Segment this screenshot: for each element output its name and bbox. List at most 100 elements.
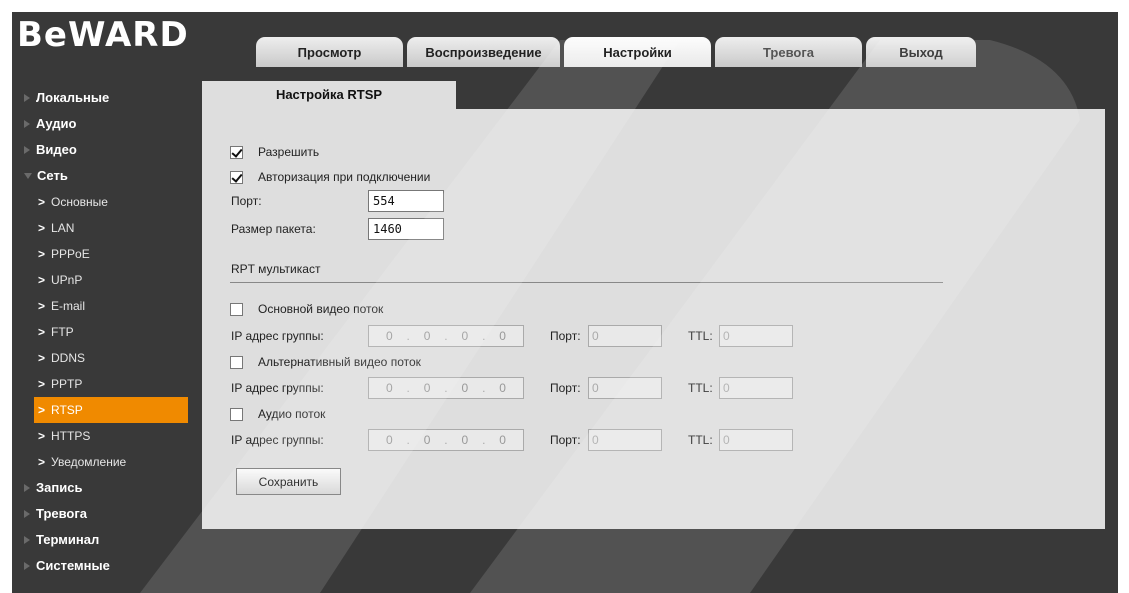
ip-dot: . <box>444 381 448 395</box>
chevron-right-icon: > <box>38 221 46 235</box>
main-stream-label: Основной видео поток <box>258 302 384 316</box>
sidebar-item-label: Локальные <box>36 90 110 105</box>
alt-stream-ttl-input[interactable]: 0 <box>719 377 793 399</box>
sidebar-item-record[interactable]: Запись <box>12 475 190 501</box>
main-stream-row: Основной видео поток <box>230 302 383 316</box>
alt-stream-ip-input[interactable]: 0. 0. 0. 0 <box>368 377 524 399</box>
chevron-right-icon: > <box>38 195 46 209</box>
auth-label: Авторизация при подключении <box>258 170 431 184</box>
tab-view[interactable]: Просмотр <box>256 37 403 67</box>
ip-group-label: IP адрес группы: <box>231 381 324 395</box>
audio-stream-port-input[interactable]: 0 <box>588 429 662 451</box>
sidebar-sub-pppoe[interactable]: > PPPoE <box>12 241 190 267</box>
main-stream-ip-input[interactable]: 0. 0. 0. 0 <box>368 325 524 347</box>
sidebar-item-label: Системные <box>36 558 110 573</box>
ip-dot: . <box>406 329 410 343</box>
collapsed-triangle-icon <box>24 510 30 518</box>
audio-stream-label: Аудио поток <box>258 407 326 421</box>
sidebar-sub-pptp[interactable]: > PPTP <box>12 371 190 397</box>
main-stream-ttl-input[interactable]: 0 <box>719 325 793 347</box>
tab-playback[interactable]: Воспроизведение <box>407 37 560 67</box>
sidebar-sub-ftp[interactable]: > FTP <box>12 319 190 345</box>
sidebar-item-terminal[interactable]: Терминал <box>12 527 190 553</box>
ttl-label: TTL: <box>688 329 713 343</box>
alt-stream-checkbox[interactable] <box>230 355 243 369</box>
tab-alarm[interactable]: Тревога <box>715 37 862 67</box>
packet-size-input[interactable]: 1460 <box>368 218 444 240</box>
alt-stream-port-input[interactable]: 0 <box>588 377 662 399</box>
chevron-right-icon: > <box>38 247 46 261</box>
panel-title-tab: Настройка RTSP <box>202 81 456 109</box>
sidebar-item-local[interactable]: Локальные <box>12 85 190 111</box>
ip-group-label: IP адрес группы: <box>231 329 324 343</box>
ip-octet: 0 <box>499 433 506 447</box>
sidebar-item-audio[interactable]: Аудио <box>12 111 190 137</box>
sidebar-sub-rtsp[interactable]: > RTSP <box>34 397 188 423</box>
sidebar-sub-lan[interactable]: > LAN <box>12 215 190 241</box>
main-stream-checkbox[interactable] <box>230 302 243 316</box>
ip-octet: 0 <box>385 381 393 395</box>
ip-dot: . <box>482 433 486 447</box>
sidebar-sub-ddns[interactable]: > DDNS <box>12 345 190 371</box>
ip-octet: 0 <box>461 433 469 447</box>
audio-stream-checkbox[interactable] <box>230 407 243 421</box>
ip-dot: . <box>444 329 448 343</box>
audio-stream-ip-input[interactable]: 0. 0. 0. 0 <box>368 429 524 451</box>
sidebar-item-label: Терминал <box>36 532 100 547</box>
logo-text: BeWARD <box>17 15 189 55</box>
sidebar-item-system[interactable]: Системные <box>12 553 190 579</box>
ip-octet: 0 <box>385 433 393 447</box>
sidebar-sub-label: PPTP <box>51 377 83 391</box>
sidebar-sub-upnp[interactable]: > UPnP <box>12 267 190 293</box>
chevron-right-icon: > <box>38 273 46 287</box>
sidebar-item-label: Видео <box>36 142 77 157</box>
port-label: Порт: <box>231 194 262 208</box>
sidebar-item-label: Аудио <box>36 116 77 131</box>
ip-octet: 0 <box>499 381 506 395</box>
chevron-right-icon: > <box>38 429 46 443</box>
sidebar-sub-https[interactable]: > HTTPS <box>12 423 190 449</box>
sidebar-sub-notify[interactable]: > Уведомление <box>12 449 190 475</box>
alt-stream-label: Альтернативный видео поток <box>258 355 421 369</box>
sidebar-sub-basic[interactable]: > Основные <box>12 189 190 215</box>
sidebar-sub-label: Основные <box>51 195 108 209</box>
collapsed-triangle-icon <box>24 562 30 570</box>
sidebar-sub-label: DDNS <box>51 351 86 365</box>
ip-octet: 0 <box>423 433 431 447</box>
sidebar-sub-email[interactable]: > E-mail <box>12 293 190 319</box>
expanded-triangle-icon <box>24 173 32 179</box>
sidebar-sub-label: Уведомление <box>51 455 127 469</box>
save-button[interactable]: Сохранить <box>236 468 341 495</box>
audio-stream-row: Аудио поток <box>230 407 325 421</box>
alt-stream-row: Альтернативный видео поток <box>230 355 421 369</box>
tab-exit[interactable]: Выход <box>866 37 976 67</box>
stream-port-label: Порт: <box>550 381 581 395</box>
sidebar: Локальные Аудио Видео Сеть > Основные > LA… <box>12 85 190 579</box>
multicast-section-title: RPT мультикаст <box>231 262 321 276</box>
stream-port-label: Порт: <box>550 433 581 447</box>
audio-stream-ttl-input[interactable]: 0 <box>719 429 793 451</box>
main-tabs: Просмотр Воспроизведение Настройки Трево… <box>256 37 980 67</box>
auth-checkbox[interactable] <box>230 170 243 184</box>
sidebar-sub-label: FTP <box>51 325 74 339</box>
sidebar-sub-label: RTSP <box>51 403 83 417</box>
enable-checkbox[interactable] <box>230 145 243 159</box>
chevron-right-icon: > <box>38 455 46 469</box>
sidebar-sub-label: E-mail <box>51 299 86 313</box>
ip-dot: . <box>406 433 410 447</box>
stream-port-label: Порт: <box>550 329 581 343</box>
section-divider <box>230 282 943 283</box>
chevron-right-icon: > <box>38 325 46 339</box>
sidebar-sub-label: HTTPS <box>51 429 91 443</box>
chevron-right-icon: > <box>38 351 46 365</box>
sidebar-item-video[interactable]: Видео <box>12 137 190 163</box>
rtsp-settings-panel: Разрешить Авторизация при подключении По… <box>202 109 1105 529</box>
ttl-label: TTL: <box>688 433 713 447</box>
sidebar-item-label: Сеть <box>37 168 68 183</box>
main-stream-port-input[interactable]: 0 <box>588 325 662 347</box>
port-input[interactable]: 554 <box>368 190 444 212</box>
tab-settings[interactable]: Настройки <box>564 37 711 67</box>
ip-dot: . <box>406 381 410 395</box>
sidebar-item-alarm[interactable]: Тревога <box>12 501 190 527</box>
sidebar-item-network[interactable]: Сеть <box>12 163 190 189</box>
